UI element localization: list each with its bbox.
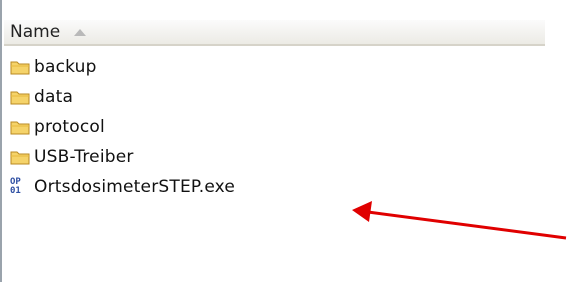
list-item-ortsdosimeterstep-exe[interactable]: OP 01 OrtsdosimeterSTEP.exe <box>10 172 235 202</box>
file-name: protocol <box>34 117 105 137</box>
file-rows: backup data protocol USB-Treiber OP 01 O… <box>10 52 235 202</box>
list-item-protocol[interactable]: protocol <box>10 112 235 142</box>
folder-icon <box>10 91 30 105</box>
file-name: OrtsdosimeterSTEP.exe <box>34 177 236 197</box>
file-name: USB-Treiber <box>34 147 134 167</box>
application-icon: OP 01 <box>10 177 21 196</box>
name-column-header[interactable]: Name <box>4 20 87 44</box>
pane-top-space <box>2 0 547 20</box>
sort-ascending-icon <box>74 28 87 36</box>
list-item-backup[interactable]: backup <box>10 52 235 82</box>
name-column-label: Name <box>10 22 61 42</box>
file-list-pane: Name backup data protocol USB-Treiber OP… <box>0 0 547 282</box>
column-header-bar: Name <box>4 20 545 46</box>
list-item-usb-treiber[interactable]: USB-Treiber <box>10 142 235 172</box>
folder-icon <box>10 151 30 165</box>
folder-icon <box>10 121 30 135</box>
folder-icon <box>10 61 30 75</box>
file-name: backup <box>34 57 97 77</box>
list-item-data[interactable]: data <box>10 82 235 112</box>
file-name: data <box>34 87 74 107</box>
